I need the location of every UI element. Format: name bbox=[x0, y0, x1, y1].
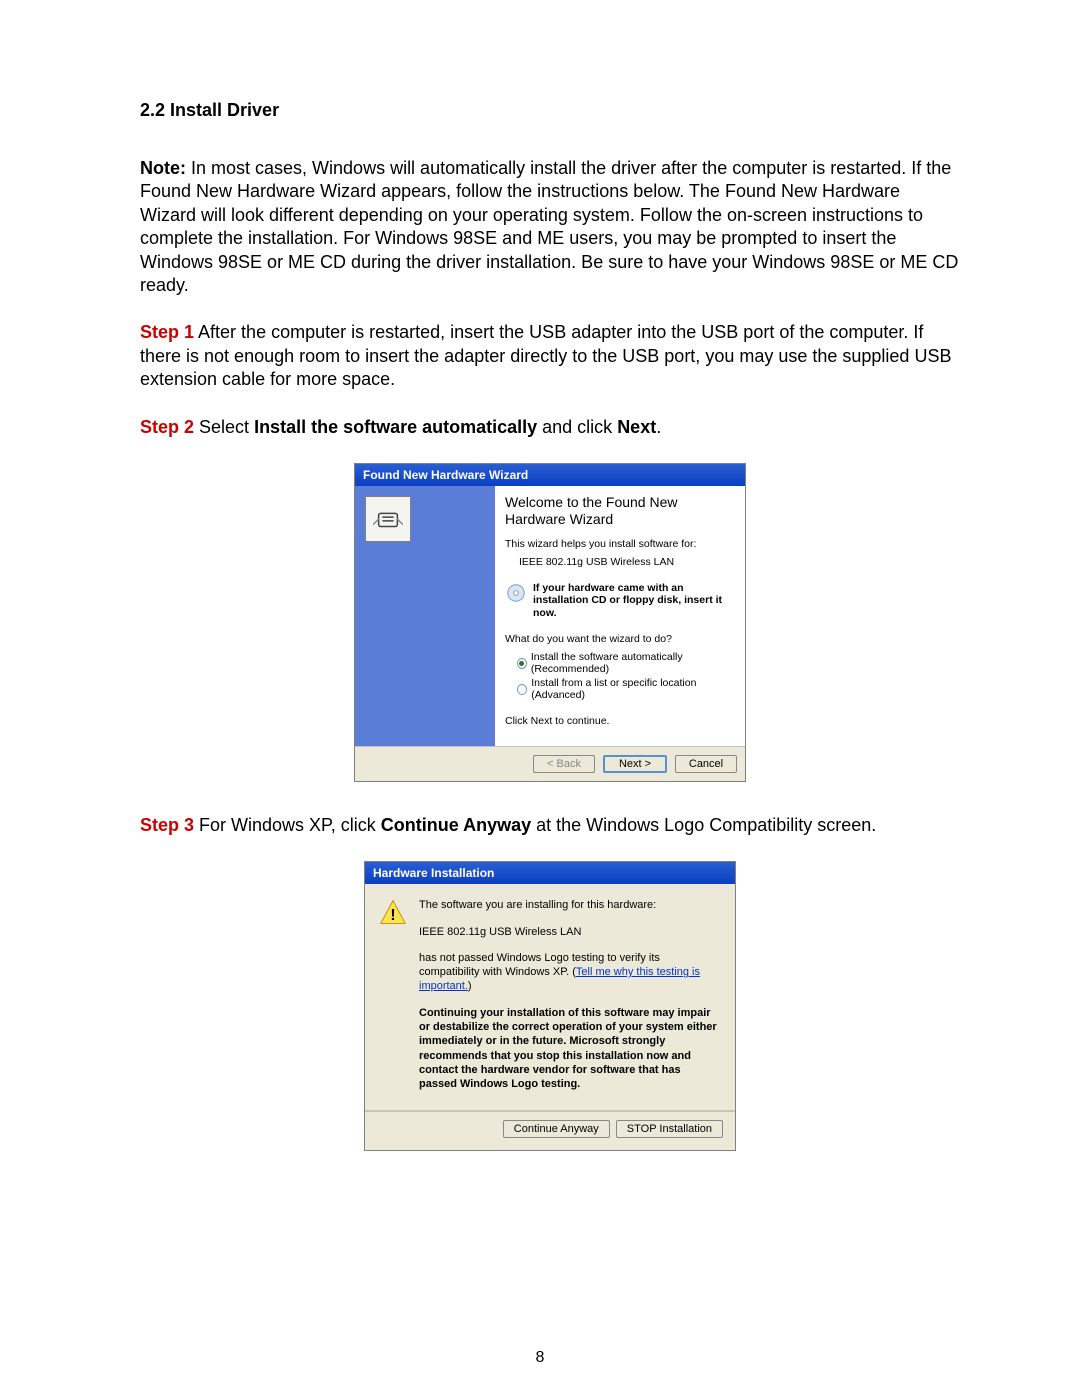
cd-icon bbox=[505, 582, 527, 604]
wizard-welcome-heading: Welcome to the Found New Hardware Wizard bbox=[505, 494, 735, 528]
warning-line1: The software you are installing for this… bbox=[419, 898, 721, 912]
found-new-hardware-wizard-dialog: Found New Hardware Wizard Welcome to the… bbox=[354, 463, 746, 782]
wizard-helps-line: This wizard helps you install software f… bbox=[505, 538, 735, 550]
step1-label: Step 1 bbox=[140, 322, 194, 342]
warning-line2b: ) bbox=[468, 980, 472, 992]
radio-install-auto[interactable]: Install the software automatically (Reco… bbox=[517, 651, 735, 675]
step2-post: . bbox=[656, 417, 661, 437]
step2-label: Step 2 bbox=[140, 417, 194, 437]
warning-bold-block: Continuing your installation of this sof… bbox=[419, 1006, 721, 1092]
radio-icon bbox=[517, 684, 527, 695]
hardware-installation-dialog: Hardware Installation ! The software you… bbox=[364, 861, 736, 1150]
dialog-titlebar: Found New Hardware Wizard bbox=[355, 464, 745, 486]
step3-pre: For Windows XP, click bbox=[194, 815, 381, 835]
wizard-question: What do you want the wizard to do? bbox=[505, 633, 735, 645]
continue-anyway-button[interactable]: Continue Anyway bbox=[503, 1120, 610, 1138]
radio-label: Install the software automatically (Reco… bbox=[531, 651, 735, 675]
note-text: In most cases, Windows will automaticall… bbox=[140, 158, 958, 295]
step2-paragraph: Step 2 Select Install the software autom… bbox=[140, 416, 960, 439]
cancel-button[interactable]: Cancel bbox=[675, 755, 737, 773]
wizard-continue-line: Click Next to continue. bbox=[505, 715, 735, 727]
wizard-device-name: IEEE 802.11g USB Wireless LAN bbox=[519, 556, 735, 568]
note-paragraph: Note: In most cases, Windows will automa… bbox=[140, 157, 960, 297]
step1-text: After the computer is restarted, insert … bbox=[140, 322, 951, 389]
wizard-cd-instruction: If your hardware came with an installati… bbox=[533, 582, 735, 620]
page-number: 8 bbox=[0, 1349, 1080, 1367]
warning-logo-line: has not passed Windows Logo testing to v… bbox=[419, 951, 721, 994]
step2-mid: and click bbox=[537, 417, 617, 437]
step2-bold2: Next bbox=[617, 417, 656, 437]
step2-pre: Select bbox=[194, 417, 254, 437]
step3-post: at the Windows Logo Compatibility screen… bbox=[531, 815, 876, 835]
radio-install-list[interactable]: Install from a list or specific location… bbox=[517, 677, 735, 701]
hardware-icon bbox=[365, 496, 411, 542]
step1-paragraph: Step 1 After the computer is restarted, … bbox=[140, 321, 960, 391]
next-button[interactable]: Next > bbox=[603, 755, 667, 773]
note-label: Note: bbox=[140, 158, 186, 178]
warning-icon: ! bbox=[379, 898, 407, 926]
radio-icon bbox=[517, 658, 527, 669]
warning-device: IEEE 802.11g USB Wireless LAN bbox=[419, 925, 721, 939]
step2-bold1: Install the software automatically bbox=[254, 417, 537, 437]
back-button: < Back bbox=[533, 755, 595, 773]
stop-installation-button[interactable]: STOP Installation bbox=[616, 1120, 723, 1138]
section-heading: 2.2 Install Driver bbox=[140, 100, 960, 121]
dialog-titlebar: Hardware Installation bbox=[365, 862, 735, 884]
step3-bold: Continue Anyway bbox=[381, 815, 531, 835]
step3-paragraph: Step 3 For Windows XP, click Continue An… bbox=[140, 814, 960, 837]
step3-label: Step 3 bbox=[140, 815, 194, 835]
radio-label: Install from a list or specific location… bbox=[531, 677, 735, 701]
svg-text:!: ! bbox=[390, 907, 395, 924]
wizard-side-panel bbox=[355, 486, 495, 746]
